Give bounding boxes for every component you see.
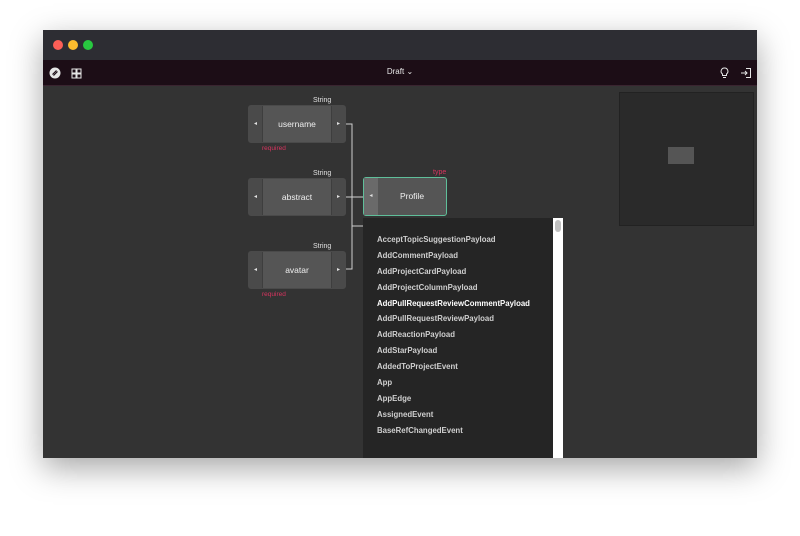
minimap[interactable]	[619, 92, 754, 226]
minimize-window-button[interactable]	[68, 40, 78, 50]
dropdown-item[interactable]: AddProjectCardPayload	[363, 264, 563, 280]
left-arrow-icon[interactable]: ◂	[249, 179, 263, 215]
draft-menu: Draft ⌄	[43, 67, 757, 76]
node-label: Profile	[399, 191, 425, 201]
required-badge: required	[262, 145, 286, 152]
graph-canvas[interactable]: String ◂ username ▸ required String ◂ ab…	[43, 87, 757, 458]
dropdown-item[interactable]: BaseRefChangedEvent	[363, 423, 563, 439]
dropdown-item[interactable]: AcceptTopicSuggestionPayload	[363, 232, 563, 248]
node-type-label: String	[313, 170, 332, 177]
maximize-window-button[interactable]	[83, 40, 93, 50]
node-label: avatar	[285, 265, 309, 275]
dropdown-scrollbar[interactable]	[553, 218, 563, 458]
title-bar	[43, 30, 757, 60]
dropdown-item[interactable]: AddProjectColumnPayload	[363, 280, 563, 296]
target-type-label: type	[433, 169, 447, 176]
dropdown-item[interactable]: AddPullRequestReviewCommentPayload	[363, 296, 563, 312]
right-arrow-icon[interactable]: ▸	[331, 252, 345, 288]
dropdown-item[interactable]: AddStarPayload	[363, 343, 563, 359]
left-arrow-icon[interactable]: ◂	[249, 252, 263, 288]
right-arrow-icon[interactable]: ▸	[331, 106, 345, 142]
dropdown-item[interactable]: AddPullRequestReviewPayload	[363, 311, 563, 327]
dropdown-item[interactable]: AssignedEvent	[363, 407, 563, 423]
lightbulb-icon[interactable]	[719, 66, 733, 80]
dropdown-item[interactable]: AddedToProjectEvent	[363, 359, 563, 375]
required-badge: required	[262, 291, 286, 298]
left-arrow-icon[interactable]: ◂	[249, 106, 263, 142]
chevron-down-icon: ⌄	[406, 67, 414, 76]
field-node-abstract[interactable]: ◂ abstract ▸	[248, 178, 346, 216]
node-type-label: String	[313, 97, 332, 104]
app-window: Draft ⌄ String ◂ username ▸ required Str…	[43, 30, 757, 458]
logout-icon[interactable]	[740, 66, 754, 80]
dropdown-item[interactable]: AddReactionPayload	[363, 327, 563, 343]
dropdown-item[interactable]: AddCommentPayload	[363, 248, 563, 264]
type-suggestion-list: AcceptTopicSuggestionPayload AddCommentPa…	[363, 218, 563, 439]
node-label: username	[278, 119, 316, 129]
close-window-button[interactable]	[53, 40, 63, 50]
minimap-viewport[interactable]	[668, 147, 694, 164]
toolbar: Draft ⌄	[43, 60, 757, 86]
dropdown-item[interactable]: App	[363, 375, 563, 391]
field-node-avatar[interactable]: ◂ avatar ▸	[248, 251, 346, 289]
draft-label: Draft	[386, 67, 405, 76]
dropdown-item[interactable]: AppEdge	[363, 391, 563, 407]
node-type-label: String	[313, 243, 332, 250]
type-suggestion-dropdown[interactable]: AcceptTopicSuggestionPayload AddCommentPa…	[363, 218, 563, 458]
draft-dropdown-button[interactable]: Draft ⌄	[387, 67, 413, 76]
type-node-profile[interactable]: ◂ Profile	[363, 177, 447, 216]
right-arrow-icon[interactable]: ▸	[331, 179, 345, 215]
node-label: abstract	[281, 192, 313, 202]
field-node-username[interactable]: ◂ username ▸	[248, 105, 346, 143]
left-arrow-icon[interactable]: ◂	[364, 178, 378, 215]
scrollbar-thumb[interactable]	[555, 220, 561, 232]
